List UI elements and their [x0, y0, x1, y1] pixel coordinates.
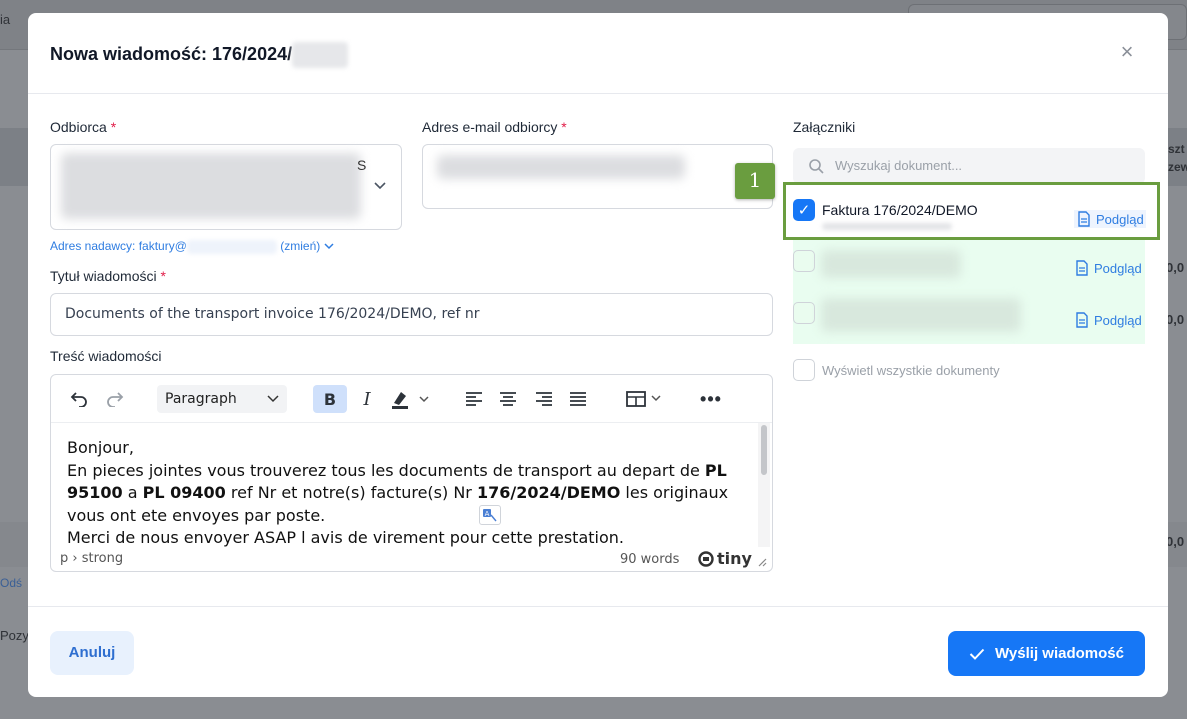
send-label: Wyślij wiadomość	[995, 645, 1124, 662]
subject-label-text: Tytuł wiadomości	[50, 268, 157, 284]
search-icon	[809, 159, 824, 174]
redacted-email	[437, 155, 685, 179]
redacted-number	[292, 42, 349, 68]
rich-text-editor: Paragraph B I ••• Bonjour, En pieces joi…	[50, 374, 773, 572]
redacted-attachment-title	[821, 250, 961, 278]
dialog-title: Nowa wiadomość: 176/2024/	[50, 42, 349, 68]
recipient-label: Odbiorca *	[50, 119, 116, 135]
show-all-documents[interactable]: Wyświetl wszystkie dokumenty	[793, 359, 1145, 383]
send-message-button[interactable]: Wyślij wiadomość	[948, 631, 1145, 676]
attachment-item[interactable]: Podgląd	[793, 240, 1145, 292]
background-text: szt	[1168, 142, 1185, 156]
redacted-recipient	[61, 153, 361, 219]
dialog-header: Nowa wiadomość: 176/2024/ ×	[28, 13, 1168, 94]
subject-input[interactable]: Documents of the transport invoice 176/2…	[50, 293, 773, 336]
block-format-value: Paragraph	[165, 391, 237, 407]
more-options-icon[interactable]: •••	[695, 385, 727, 413]
word-count[interactable]: 90 words	[620, 552, 679, 567]
email-label: Adres e-mail odbiorcy *	[422, 119, 567, 135]
dialog-footer: Anuluj Wyślij wiadomość	[28, 606, 1168, 697]
callout-badge: 1	[735, 163, 775, 199]
tiny-logo[interactable]: tiny	[698, 549, 752, 568]
italic-icon[interactable]: I	[353, 385, 381, 413]
chevron-down-icon[interactable]	[324, 242, 334, 250]
preview-label: Podgląd	[1094, 312, 1142, 328]
preview-label: Podgląd	[1094, 260, 1142, 276]
preview-button[interactable]: Podgląd	[1074, 312, 1142, 328]
dialog-title-text: Nowa wiadomość: 176/2024/	[50, 43, 293, 64]
recipient-select[interactable]: S	[50, 144, 402, 230]
bold-icon[interactable]: B	[313, 385, 347, 413]
recipient-text-fragment: S	[357, 157, 367, 173]
required-mark: *	[110, 119, 117, 135]
body-label: Treść wiadomości	[50, 348, 162, 364]
change-sender-link[interactable]: (zmień)	[280, 239, 320, 253]
sender-address: Adres nadawcy: faktury@ (zmień)	[50, 239, 334, 254]
redo-icon[interactable]	[101, 385, 129, 413]
highlight-frame	[783, 182, 1160, 240]
chevron-down-icon	[373, 178, 387, 194]
redacted-attachment-title	[821, 298, 1021, 332]
required-mark: *	[160, 268, 166, 284]
text-run: ref Nr et notre(s) facture(s) Nr	[225, 483, 477, 502]
background-text: 0,0	[1166, 312, 1185, 327]
preview-button[interactable]: Podgląd	[1074, 260, 1142, 276]
show-all-label: Wyświetl wszystkie dokumenty	[822, 363, 1000, 378]
background-text: Odś	[0, 576, 23, 590]
greeting-line: Bonjour,	[67, 438, 134, 457]
background-text: 0,0	[1166, 260, 1185, 275]
align-left-icon[interactable]	[461, 385, 487, 413]
resize-handle-icon[interactable]	[757, 557, 767, 567]
check-icon	[969, 648, 985, 660]
subject-label: Tytuł wiadomości *	[50, 268, 166, 284]
search-placeholder: Wyszukaj dokument...	[835, 158, 963, 173]
scrollbar-thumb[interactable]	[761, 425, 767, 475]
attachment-item[interactable]: Podgląd	[793, 292, 1145, 344]
svg-text:A: A	[485, 510, 490, 518]
new-message-dialog: Nowa wiadomość: 176/2024/ × Odbiorca * S…	[28, 13, 1168, 697]
background-text: 0,0	[1166, 534, 1185, 549]
document-icon	[1076, 312, 1088, 328]
body-paragraph: En pieces jointes vous trouverez tous le…	[67, 460, 740, 528]
attachments-label: Załączniki	[793, 119, 856, 135]
bold-run: PL 09400	[142, 483, 226, 502]
recipient-label-text: Odbiorca	[50, 119, 107, 135]
editor-statusbar: p › strong 90 words tiny	[51, 547, 772, 571]
attachment-checkbox[interactable]	[793, 302, 815, 324]
align-center-icon[interactable]	[495, 385, 521, 413]
sender-prefix: Adres nadawcy: faktury@	[50, 239, 187, 253]
undo-icon[interactable]	[65, 385, 93, 413]
body-line: Merci de nous envoyer ASAP l avis de vir…	[67, 528, 624, 547]
background-text: zew	[1168, 160, 1187, 174]
cancel-button[interactable]: Anuluj	[50, 631, 134, 675]
document-search-input[interactable]: Wyszukaj dokument...	[793, 148, 1145, 184]
chevron-down-icon	[267, 395, 279, 403]
close-icon[interactable]: ×	[1115, 41, 1139, 65]
block-format-select[interactable]: Paragraph	[157, 385, 287, 413]
attachment-checkbox[interactable]	[793, 250, 815, 272]
tiny-icon	[698, 550, 714, 567]
redacted-sender	[186, 239, 277, 254]
bold-run: 176/2024/DEMO	[476, 483, 621, 502]
show-all-checkbox[interactable]	[793, 359, 815, 381]
translate-icon[interactable]: A	[479, 505, 501, 525]
table-icon[interactable]	[623, 385, 665, 413]
background-text: Pozy	[0, 628, 29, 643]
background-text: ia	[0, 12, 11, 27]
document-icon	[1076, 260, 1088, 276]
tiny-brand: tiny	[717, 549, 752, 568]
highlight-color-icon[interactable]	[385, 385, 435, 413]
text-run: a	[122, 483, 143, 502]
editor-scrollbar[interactable]	[758, 423, 770, 547]
text-run: En pieces jointes vous trouverez tous le…	[67, 460, 705, 480]
editor-toolbar: Paragraph B I •••	[51, 375, 772, 423]
email-label-text: Adres e-mail odbiorcy	[422, 119, 558, 135]
required-mark: *	[561, 119, 567, 135]
editor-content[interactable]: Bonjour, En pieces jointes vous trouvere…	[51, 423, 756, 547]
email-field[interactable]	[422, 144, 773, 209]
align-justify-icon[interactable]	[565, 385, 591, 413]
element-path[interactable]: p › strong	[60, 551, 123, 566]
align-right-icon[interactable]	[531, 385, 557, 413]
